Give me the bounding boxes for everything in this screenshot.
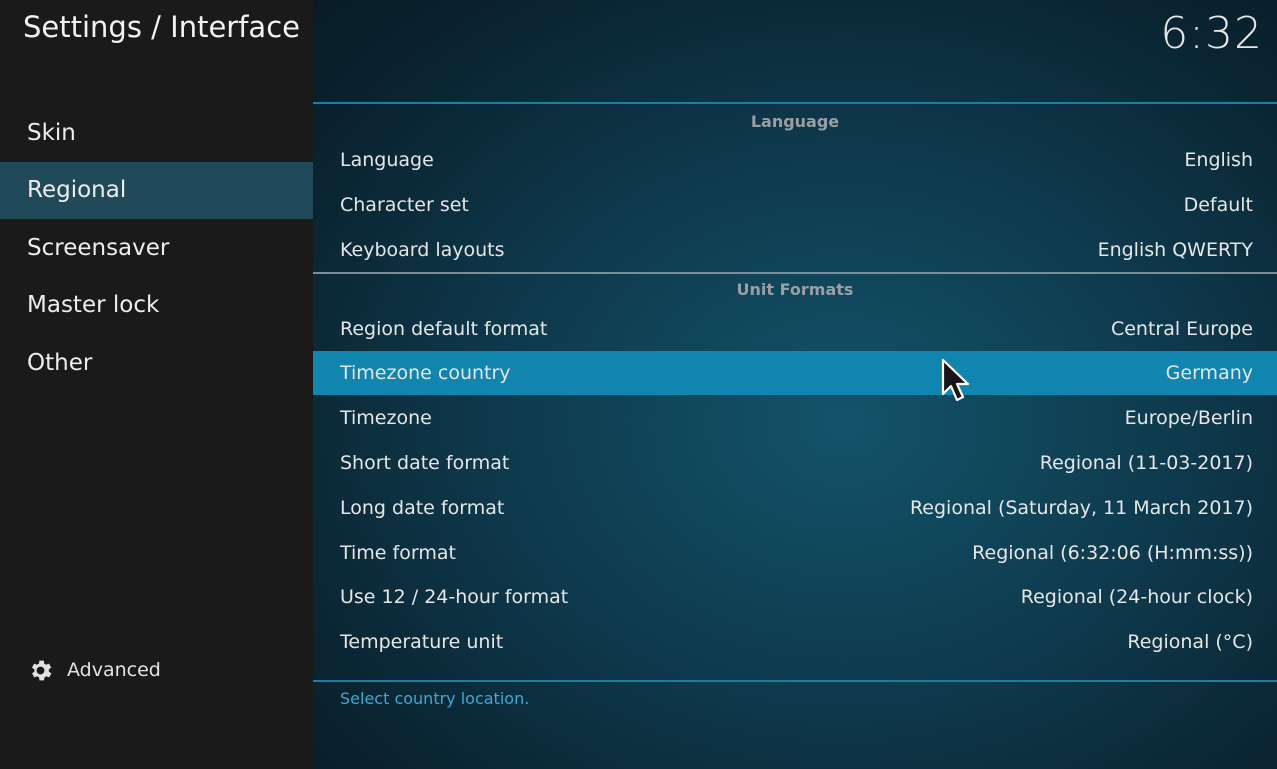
setting-value: Europe/Berlin [1124, 407, 1253, 429]
setting-label: Short date format [340, 452, 510, 474]
setting-row-keyboard-layouts[interactable]: Keyboard layouts English QWERTY [313, 228, 1277, 272]
sidebar-item-label: Master lock [27, 292, 160, 318]
setting-value: Regional (6:32:06 (H:mm:ss)) [972, 542, 1253, 564]
setting-value: English QWERTY [1097, 239, 1253, 261]
setting-label: Timezone [340, 407, 432, 429]
divider [313, 102, 1277, 104]
sidebar-item-label: Other [27, 350, 93, 376]
setting-row-12-24-hour-format[interactable]: Use 12 / 24-hour format Regional (24-hou… [313, 575, 1277, 619]
setting-label: Timezone country [340, 362, 511, 384]
sidebar-item-screensaver[interactable]: Screensaver [0, 220, 313, 277]
section-divider [313, 272, 1277, 274]
setting-value: Regional (Saturday, 11 March 2017) [909, 497, 1253, 519]
setting-value: Default [1183, 194, 1253, 216]
sidebar-item-other[interactable]: Other [0, 335, 313, 392]
sidebar-item-label: Skin [27, 120, 76, 146]
section-header-language: Language [750, 112, 840, 131]
setting-value: English [1184, 149, 1253, 171]
footer-divider [313, 680, 1277, 682]
setting-label: Character set [340, 194, 469, 216]
setting-label: Use 12 / 24-hour format [340, 586, 569, 608]
setting-row-time-format[interactable]: Time format Regional (6:32:06 (H:mm:ss)) [313, 531, 1277, 575]
setting-row-character-set[interactable]: Character set Default [313, 183, 1277, 227]
setting-label: Keyboard layouts [340, 239, 505, 261]
setting-row-region-default-format[interactable]: Region default format Central Europe [313, 307, 1277, 351]
page-title: Settings / Interface [23, 10, 300, 44]
sidebar: Settings / Interface Skin Regional Scree… [0, 0, 313, 769]
setting-value: Germany [1165, 362, 1253, 384]
setting-row-temperature-unit[interactable]: Temperature unit Regional (°C) [313, 620, 1277, 664]
setting-value: Regional (°C) [1127, 631, 1253, 653]
setting-value: Regional (11-03-2017) [1039, 452, 1253, 474]
setting-value: Regional (24-hour clock) [1020, 586, 1253, 608]
setting-label: Long date format [340, 497, 505, 519]
sidebar-item-master-lock[interactable]: Master lock [0, 277, 313, 334]
setting-label: Time format [340, 542, 456, 564]
clock: 6:32 [1160, 8, 1263, 59]
sidebar-item-label: Regional [27, 177, 127, 203]
setting-row-timezone[interactable]: Timezone Europe/Berlin [313, 396, 1277, 440]
mouse-pointer-icon [941, 358, 970, 402]
setting-label: Temperature unit [340, 631, 504, 653]
sidebar-item-regional[interactable]: Regional [0, 162, 313, 219]
section-header-unit-formats: Unit Formats [736, 280, 854, 299]
gear-icon [31, 660, 52, 680]
setting-row-short-date-format[interactable]: Short date format Regional (11-03-2017) [313, 441, 1277, 485]
setting-label: Region default format [340, 318, 548, 340]
setting-row-timezone-country[interactable]: Timezone country Germany [313, 351, 1277, 395]
sidebar-item-skin[interactable]: Skin [0, 105, 313, 162]
advanced-label: Advanced [67, 659, 161, 681]
setting-value: Central Europe [1110, 318, 1253, 340]
sidebar-item-label: Screensaver [27, 235, 170, 261]
setting-label: Language [340, 149, 434, 171]
setting-description: Select country location. [340, 689, 530, 708]
setting-row-long-date-format[interactable]: Long date format Regional (Saturday, 11 … [313, 486, 1277, 530]
setting-row-language[interactable]: Language English [313, 138, 1277, 182]
advanced-toggle[interactable]: Advanced [27, 655, 161, 685]
